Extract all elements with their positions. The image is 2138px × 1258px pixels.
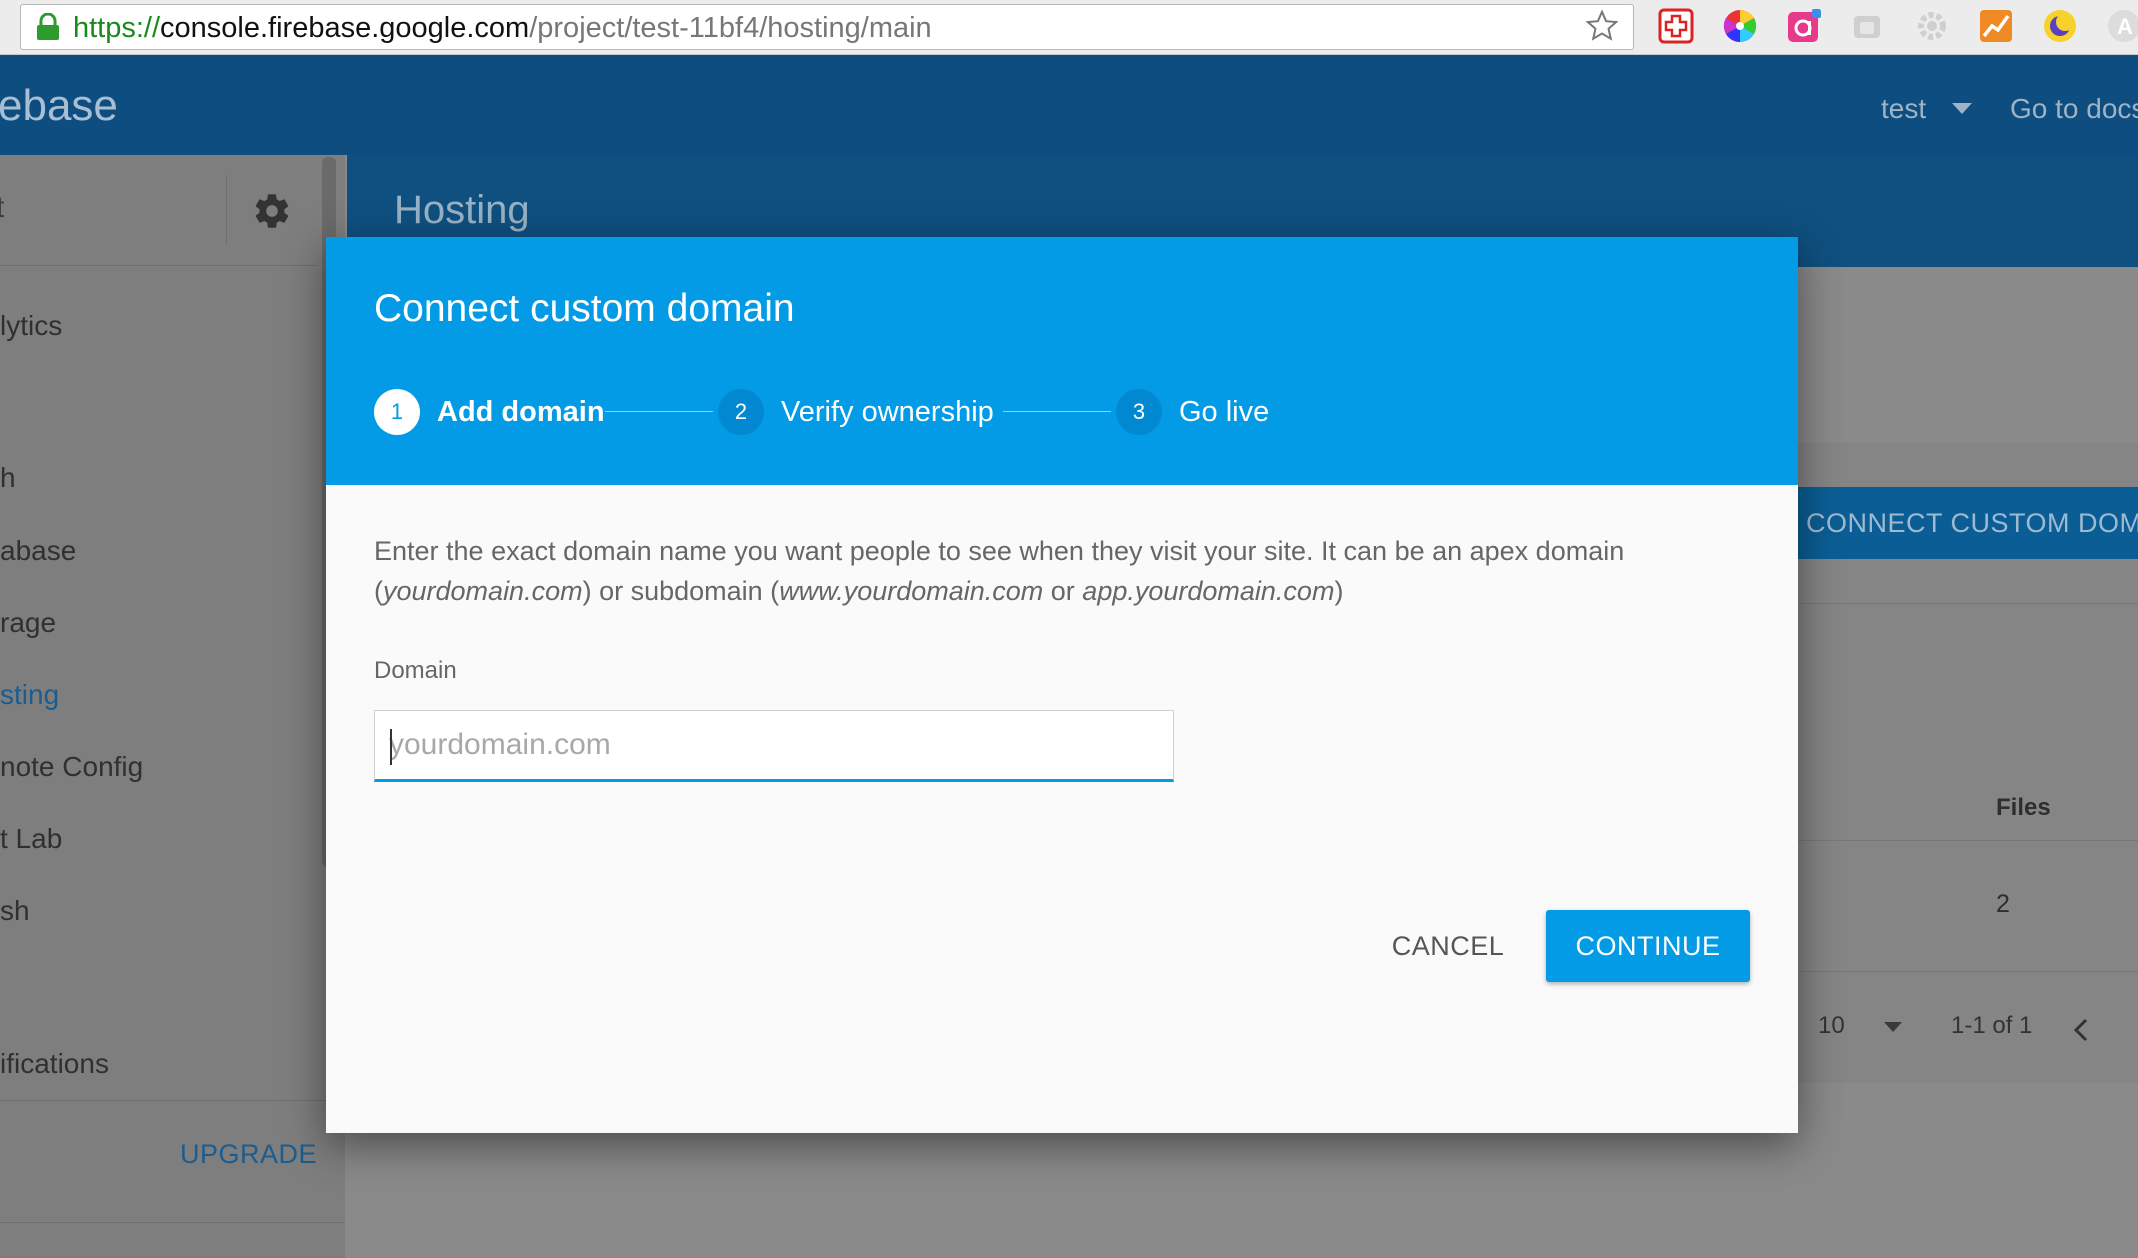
sidebar-item-analytics[interactable]: lytics bbox=[0, 310, 62, 342]
lock-icon bbox=[37, 13, 59, 40]
step-number: 3 bbox=[1116, 389, 1162, 435]
step-connector bbox=[1003, 411, 1111, 412]
dialog-header: Connect custom domain 1 Add domain 2 Ver… bbox=[326, 237, 1798, 485]
first-aid-extension-icon[interactable] bbox=[1658, 8, 1694, 44]
grey-extension-icon[interactable] bbox=[1850, 8, 1886, 44]
step-label: Go live bbox=[1179, 395, 1270, 428]
sidebar-item-auth[interactable]: h bbox=[0, 462, 16, 494]
url-host: console.firebase.google.com bbox=[160, 12, 530, 44]
step-label: Verify ownership bbox=[781, 395, 994, 428]
pagination-range: 1-1 of 1 bbox=[1951, 1012, 2033, 1039]
url-scheme: https:// bbox=[73, 12, 161, 44]
sidebar-item-storage[interactable]: rage bbox=[0, 607, 56, 639]
connect-domain-dialog: Connect custom domain 1 Add domain 2 Ver… bbox=[326, 237, 1798, 1133]
description-text: ) bbox=[1334, 576, 1344, 606]
divider bbox=[1790, 603, 2138, 604]
divider bbox=[0, 1222, 345, 1223]
upgrade-link[interactable]: UPGRADE bbox=[180, 1139, 317, 1170]
stepper-step-add-domain: 1 Add domain bbox=[374, 389, 605, 435]
letter-a-extension-icon[interactable]: A bbox=[2106, 8, 2138, 44]
app-header: ebase test Go to docs bbox=[0, 55, 2138, 155]
table-header-files: Files bbox=[1996, 794, 2051, 821]
subdomain-example: app.yourdomain.com bbox=[1082, 576, 1335, 606]
sidebar-item-notifications[interactable]: ifications bbox=[0, 1048, 109, 1080]
divider bbox=[226, 175, 227, 245]
svg-text:A: A bbox=[2117, 14, 2133, 39]
sidebar-item-database[interactable]: abase bbox=[0, 535, 76, 567]
divider bbox=[1790, 971, 2138, 972]
sidebar-item-test-lab[interactable]: t Lab bbox=[0, 823, 62, 855]
caret-down-icon[interactable] bbox=[1952, 103, 1972, 114]
caret-down-icon[interactable] bbox=[1884, 1022, 1902, 1032]
divider bbox=[0, 1100, 345, 1101]
gear-icon[interactable] bbox=[252, 191, 292, 231]
step-connector bbox=[605, 411, 713, 412]
chart-extension-icon[interactable] bbox=[1978, 8, 2014, 44]
address-bar[interactable]: https://console.firebase.google.com/proj… bbox=[20, 4, 1634, 50]
domain-field-label: Domain bbox=[374, 657, 457, 684]
url-text: https://console.firebase.google.com/proj… bbox=[73, 13, 932, 43]
dialog-description: Enter the exact domain name you want peo… bbox=[374, 531, 1754, 611]
connect-custom-domain-button[interactable]: CONNECT CUSTOM DOMA bbox=[1790, 487, 2138, 559]
page-title: Hosting bbox=[394, 188, 530, 232]
subdomain-example: www.yourdomain.com bbox=[779, 576, 1044, 606]
color-wheel-extension-icon[interactable] bbox=[1722, 8, 1758, 44]
table-cell-files: 2 bbox=[1996, 890, 2010, 918]
browser-toolbar: https://console.firebase.google.com/proj… bbox=[0, 0, 2138, 55]
domain-input[interactable] bbox=[374, 710, 1174, 782]
project-switcher[interactable]: test bbox=[1881, 93, 1926, 125]
step-label: Add domain bbox=[437, 395, 605, 428]
continue-button[interactable]: CONTINUE bbox=[1546, 910, 1750, 982]
sidebar: t lytics h abase rage sting note Config … bbox=[0, 155, 345, 1258]
sidebar-item-hosting[interactable]: sting bbox=[0, 679, 59, 711]
divider bbox=[1790, 840, 2138, 841]
chevron-left-icon[interactable] bbox=[2071, 1016, 2091, 1044]
moon-extension-icon[interactable] bbox=[2042, 8, 2078, 44]
sidebar-item-crash[interactable]: sh bbox=[0, 895, 30, 927]
step-number: 2 bbox=[718, 389, 764, 435]
settings-extension-icon[interactable] bbox=[1914, 8, 1950, 44]
sidebar-overview-label[interactable]: t bbox=[0, 191, 4, 225]
description-text: ) or subdomain ( bbox=[582, 576, 780, 606]
dialog-title: Connect custom domain bbox=[374, 287, 795, 330]
pink-a-extension-icon[interactable] bbox=[1786, 8, 1822, 44]
stepper-step-go-live: 3 Go live bbox=[1116, 389, 1269, 435]
url-path: /project/test-11bf4/hosting/main bbox=[529, 12, 932, 44]
firebase-logo[interactable]: ebase bbox=[0, 81, 118, 131]
text-cursor bbox=[390, 729, 392, 765]
apex-domain-example: yourdomain.com bbox=[383, 576, 583, 606]
sidebar-header: t bbox=[0, 155, 318, 266]
description-text: or bbox=[1043, 576, 1083, 606]
stepper-step-verify-ownership: 2 Verify ownership bbox=[718, 389, 994, 435]
go-to-docs-link[interactable]: Go to docs bbox=[2010, 93, 2138, 125]
rows-per-page-select[interactable]: 10 bbox=[1818, 1012, 1845, 1040]
bookmark-star-icon[interactable] bbox=[1585, 9, 1619, 43]
step-number: 1 bbox=[374, 389, 420, 435]
cancel-button[interactable]: CANCEL bbox=[1378, 910, 1518, 982]
sidebar-item-remote-config[interactable]: note Config bbox=[0, 751, 143, 783]
